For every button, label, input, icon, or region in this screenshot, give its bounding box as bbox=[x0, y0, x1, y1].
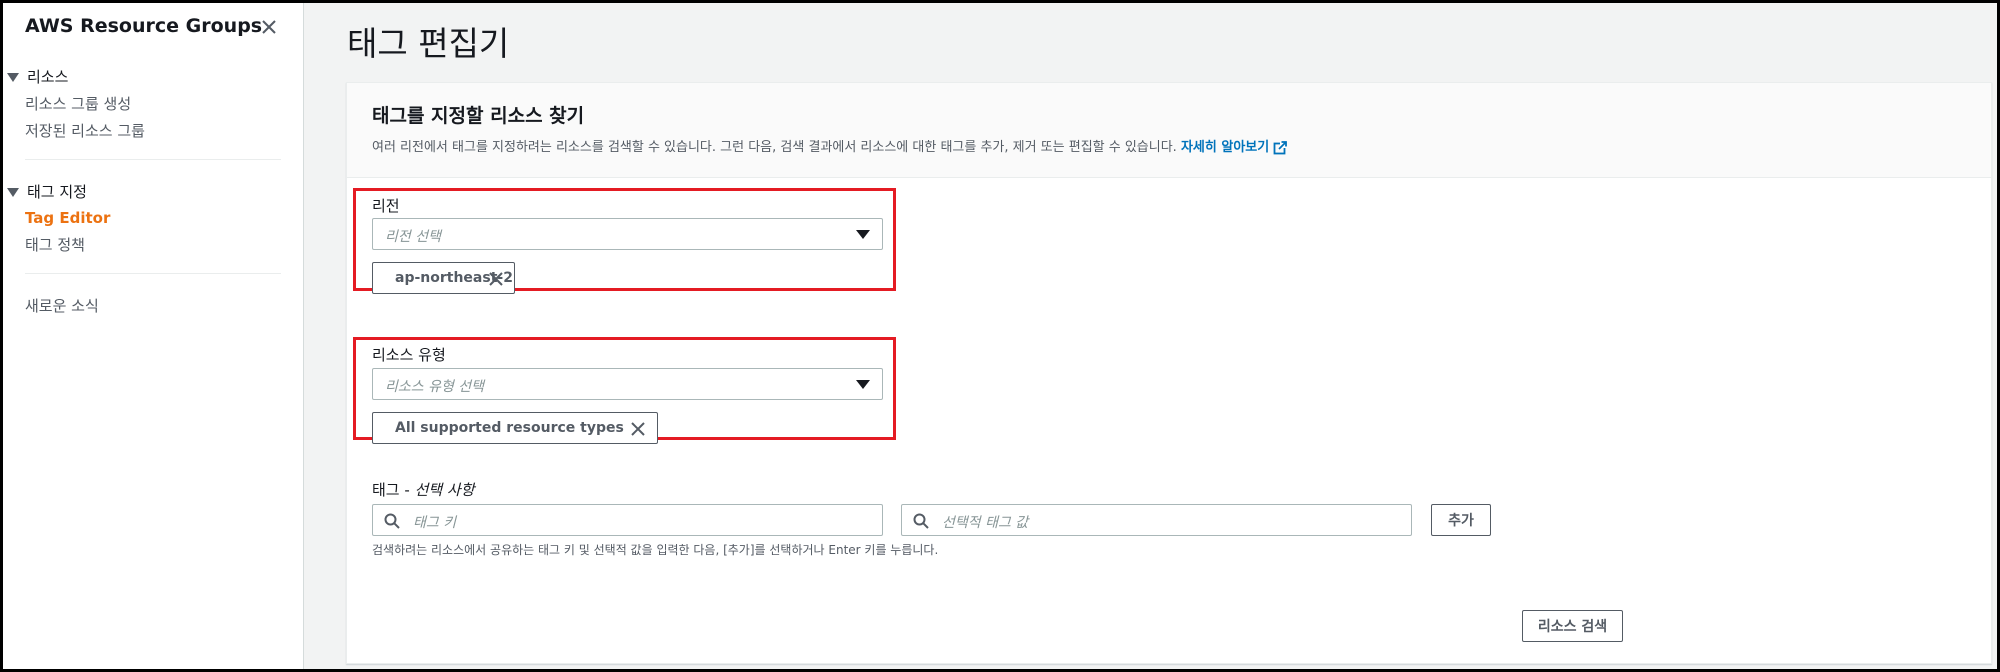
dropdown-arrow-icon bbox=[856, 380, 870, 389]
sidebar-item-tag-editor[interactable]: Tag Editor bbox=[25, 209, 110, 227]
sidebar-section-tagging[interactable]: 태그 지정 bbox=[7, 181, 87, 202]
resource-type-label: 리소스 유형 bbox=[372, 346, 446, 364]
tag-value-input[interactable]: 선택적 태그 값 bbox=[901, 504, 1412, 536]
resource-type-select[interactable]: 리소스 유형 선택 bbox=[372, 368, 883, 400]
dropdown-arrow-icon bbox=[856, 230, 870, 239]
sidebar-item-whats-new[interactable]: 새로운 소식 bbox=[25, 295, 99, 316]
region-label: 리전 bbox=[372, 197, 400, 215]
panel-description: 여러 리전에서 태그를 지정하려는 리소스를 검색할 수 있습니다. 그런 다음… bbox=[372, 136, 1288, 155]
remove-token-icon[interactable] bbox=[629, 420, 647, 438]
sidebar-section-label: 태그 지정 bbox=[27, 183, 87, 201]
app-window: AWS Resource Groups 리소스 리소스 그룹 생성 저장된 리소… bbox=[3, 3, 1997, 669]
sidebar-item-saved-groups[interactable]: 저장된 리소스 그룹 bbox=[25, 120, 145, 141]
close-icon[interactable] bbox=[255, 13, 283, 41]
tag-key-placeholder: 태그 키 bbox=[413, 515, 457, 531]
sidebar-item-tag-policies[interactable]: 태그 정책 bbox=[25, 234, 85, 255]
region-token: ap-northeast-2 bbox=[372, 262, 515, 294]
caret-down-icon bbox=[7, 188, 19, 197]
sidebar-section-resources[interactable]: 리소스 bbox=[7, 66, 68, 87]
page-title: 태그 편집기 bbox=[347, 24, 510, 63]
tags-label: 태그 - 선택 사항 bbox=[372, 481, 475, 499]
tag-value-placeholder: 선택적 태그 값 bbox=[942, 515, 1029, 531]
remove-token-icon[interactable] bbox=[487, 270, 505, 288]
sidebar-section-label: 리소스 bbox=[27, 68, 69, 86]
panel-description-text: 여러 리전에서 태그를 지정하려는 리소스를 검색할 수 있습니다. 그런 다음… bbox=[372, 140, 1177, 155]
panel-title: 태그를 지정할 리소스 찾기 bbox=[372, 105, 585, 127]
search-resources-button[interactable]: 리소스 검색 bbox=[1522, 610, 1623, 642]
learn-more-label: 자세히 알아보기 bbox=[1180, 140, 1270, 155]
tag-key-input[interactable]: 태그 키 bbox=[372, 504, 883, 536]
caret-down-icon bbox=[7, 73, 19, 82]
panel-header: 태그를 지정할 리소스 찾기 여러 리전에서 태그를 지정하려는 리소스를 검색… bbox=[347, 83, 1991, 178]
add-tag-button[interactable]: 추가 bbox=[1431, 504, 1491, 536]
sidebar-divider bbox=[25, 159, 281, 160]
region-select-placeholder: 리전 선택 bbox=[385, 229, 441, 245]
resource-type-token-label: All supported resource types bbox=[395, 420, 624, 436]
learn-more-link[interactable]: 자세히 알아보기 bbox=[1180, 140, 1288, 155]
tags-optional-text: 선택 사항 bbox=[414, 481, 475, 499]
resource-type-select-placeholder: 리소스 유형 선택 bbox=[385, 379, 485, 395]
tags-hint: 검색하려는 리소스에서 공유하는 태그 키 및 선택적 값을 입력한 다음, [… bbox=[372, 543, 939, 557]
external-link-icon bbox=[1273, 140, 1288, 154]
sidebar-title: AWS Resource Groups bbox=[25, 15, 263, 37]
sidebar-item-create-group[interactable]: 리소스 그룹 생성 bbox=[25, 93, 131, 114]
sidebar-divider bbox=[25, 273, 281, 274]
find-resources-panel: 태그를 지정할 리소스 찾기 여러 리전에서 태그를 지정하려는 리소스를 검색… bbox=[346, 82, 1992, 664]
search-icon bbox=[384, 513, 400, 529]
search-icon bbox=[913, 513, 929, 529]
resource-type-token: All supported resource types bbox=[372, 412, 658, 444]
region-select[interactable]: 리전 선택 bbox=[372, 218, 883, 250]
sidebar: AWS Resource Groups 리소스 리소스 그룹 생성 저장된 리소… bbox=[3, 3, 304, 669]
tags-label-text: 태그 bbox=[372, 481, 400, 499]
